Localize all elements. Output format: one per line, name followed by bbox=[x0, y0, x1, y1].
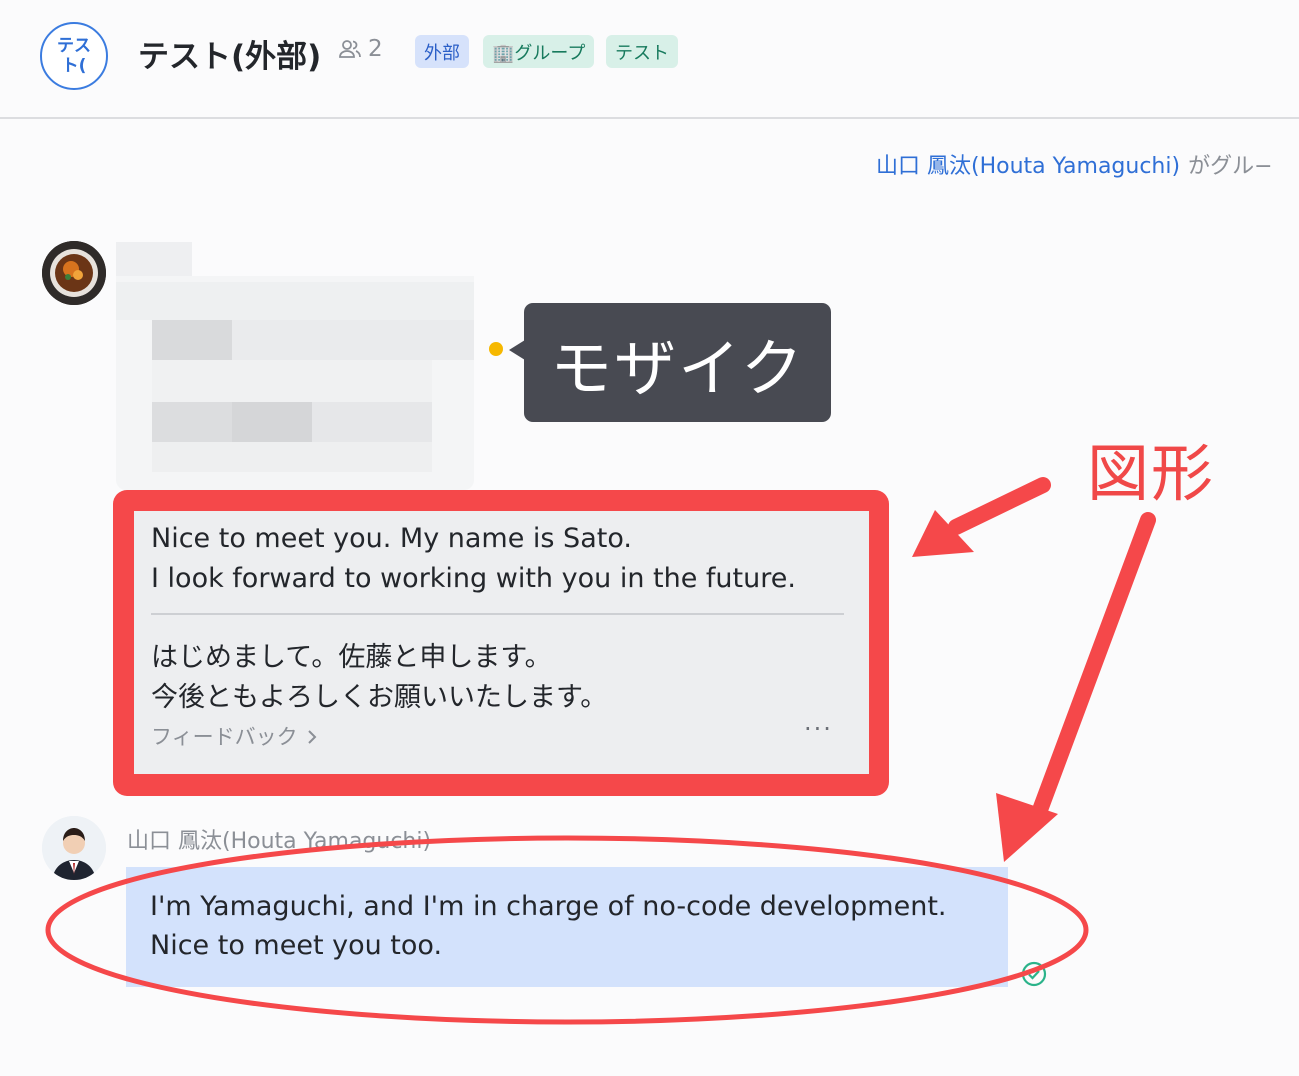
chevron-right-icon bbox=[308, 730, 317, 744]
tag-test[interactable]: テスト bbox=[606, 35, 678, 68]
feedback-link[interactable]: フィードバック bbox=[151, 721, 318, 751]
more-options-button[interactable]: ··· bbox=[804, 715, 833, 743]
message-bubble-outgoing[interactable]: I'm Yamaguchi, and I'm in charge of no-c… bbox=[126, 867, 1008, 987]
message-text-en-1: Nice to meet you. My name is Sato. bbox=[151, 523, 632, 554]
members-icon bbox=[339, 40, 361, 58]
member-count-value: 2 bbox=[368, 36, 383, 62]
message-bubble-incoming[interactable]: Nice to meet you. My name is Sato. I loo… bbox=[134, 511, 869, 774]
tag-group[interactable]: 🏢グループ bbox=[483, 35, 595, 68]
tag-external[interactable]: 外部 bbox=[415, 35, 469, 68]
read-status-icon bbox=[1021, 961, 1047, 987]
shape-annotation-label: 図形 bbox=[1087, 437, 1216, 510]
callout-anchor-dot bbox=[489, 342, 503, 356]
group-avatar[interactable]: テス ト( bbox=[40, 22, 108, 90]
page-title: テスト(外部) bbox=[138, 39, 322, 75]
avatar-food-image bbox=[42, 241, 106, 305]
avatar-person-image bbox=[42, 816, 106, 880]
message-text-1: I'm Yamaguchi, and I'm in charge of no-c… bbox=[150, 891, 947, 922]
message-text-ja-2: 今後ともよろしくお願いいたします。 bbox=[151, 682, 608, 713]
notice-text: がグル− bbox=[1188, 154, 1273, 179]
feedback-label: フィードバック bbox=[151, 725, 298, 749]
message-text-en-2: I look forward to working with you in th… bbox=[151, 563, 796, 594]
message-text-ja-1: はじめまして。佐藤と申します。 bbox=[151, 642, 552, 673]
arrow-to-ellipse-icon bbox=[996, 512, 1156, 862]
arrow-to-message-icon bbox=[912, 477, 1051, 557]
message-sender-name: 山口 鳳汰(Houta Yamaguchi) bbox=[127, 829, 432, 854]
message-text-2: Nice to meet you too. bbox=[150, 930, 443, 961]
mosaic-area bbox=[116, 242, 474, 490]
avatar[interactable] bbox=[42, 816, 106, 880]
avatar[interactable] bbox=[42, 241, 106, 305]
translation-divider bbox=[151, 613, 844, 615]
system-notice: 山口 鳳汰(Houta Yamaguchi) がグル− bbox=[876, 148, 1273, 180]
notice-user-link[interactable]: 山口 鳳汰(Houta Yamaguchi) bbox=[876, 154, 1180, 179]
mosaic-callout: モザイク bbox=[524, 303, 831, 422]
callout-pointer bbox=[509, 340, 525, 360]
member-count[interactable]: 2 bbox=[338, 36, 383, 62]
